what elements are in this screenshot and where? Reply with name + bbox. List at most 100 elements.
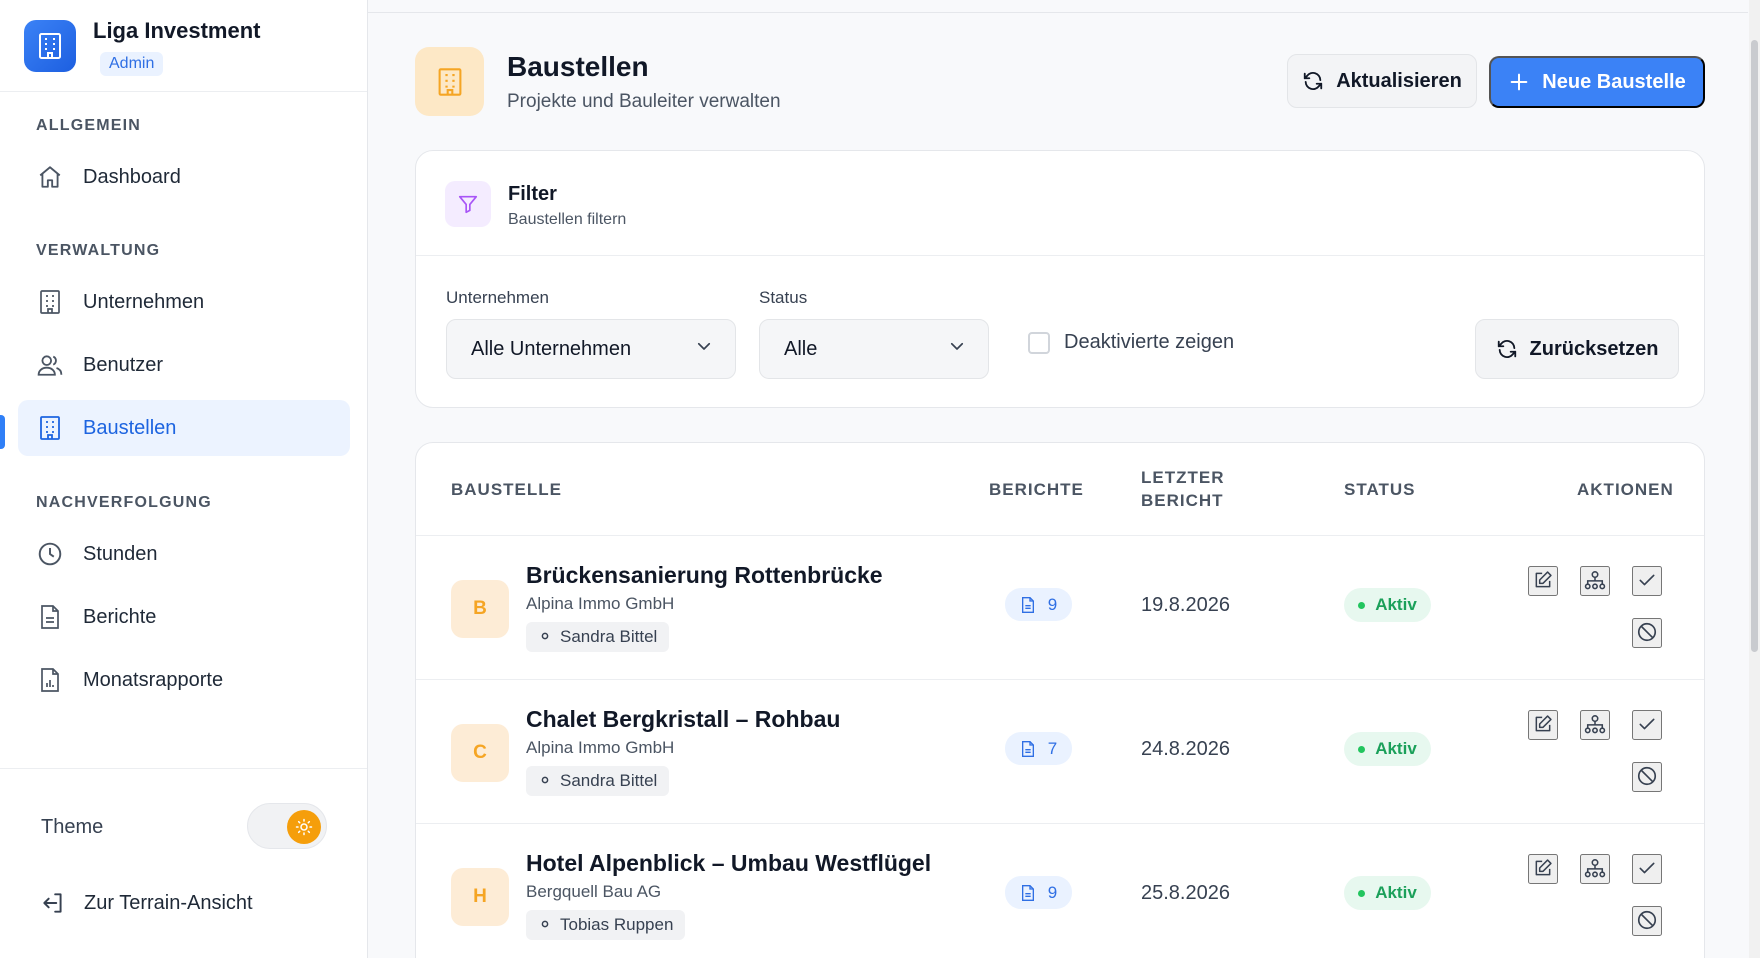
column-header-status[interactable]: STATUS (1344, 478, 1415, 501)
show-disabled-checkbox[interactable] (1028, 331, 1050, 354)
home-icon (36, 163, 64, 191)
sidebar-item-users[interactable]: Benutzer (18, 337, 350, 393)
check-icon (1637, 570, 1657, 593)
sidebar-item-label: Dashboard (83, 165, 181, 188)
deactivate-button[interactable] (1632, 762, 1662, 792)
sidebar: Liga Investment Admin ALLGEMEIN Dashboar… (0, 0, 368, 958)
document-icon (36, 603, 64, 631)
sidebar-divider (0, 768, 367, 769)
table-row[interactable]: H Hotel Alpenblick – Umbau Westflügel Be… (416, 824, 1704, 958)
status-dot (1358, 889, 1366, 897)
filter-title: Filter (508, 183, 557, 205)
reports-count-badge[interactable]: 9 (1005, 876, 1072, 909)
status-label: Aktiv (1375, 883, 1417, 902)
column-header-reports[interactable]: BERICHTE (989, 478, 1084, 501)
column-header-last-report-line1: LETZTER (1141, 468, 1225, 487)
new-site-button[interactable]: Neue Baustelle (1489, 56, 1705, 108)
deactivate-button[interactable] (1632, 906, 1662, 936)
sidebar-item-label: Benutzer (83, 353, 164, 376)
org-chart-icon (1584, 858, 1606, 881)
sidebar-item-companies[interactable]: Unternehmen (18, 274, 350, 330)
status-badge: Aktiv (1344, 876, 1431, 910)
theme-toggle[interactable] (247, 803, 327, 849)
terrain-view-link[interactable]: Zur Terrain-Ansicht (40, 890, 253, 916)
site-manager-tag: Sandra Bittel (526, 766, 670, 796)
complete-button[interactable] (1632, 566, 1662, 596)
table-row[interactable]: B Brückensanierung Rottenbrücke Alpina I… (416, 536, 1704, 680)
theme-label: Theme (41, 816, 104, 838)
active-indicator (0, 415, 5, 449)
reports-count-badge[interactable]: 7 (1005, 732, 1072, 765)
sites-table: BAUSTELLE BERICHTE LETZTER BERICHT STATU… (415, 442, 1705, 958)
site-company: Bergquell Bau AG (526, 882, 662, 901)
sidebar-item-monthly-reports[interactable]: Monatsrapporte (18, 652, 350, 708)
site-avatar: C (451, 724, 509, 782)
sun-icon (287, 810, 321, 844)
refresh-icon (1496, 338, 1518, 360)
status-filter-label: Status (759, 288, 808, 307)
terrain-view-label: Zur Terrain-Ansicht (84, 891, 253, 914)
status-label: Aktiv (1375, 739, 1417, 758)
sidebar-item-hours[interactable]: Stunden (18, 526, 350, 582)
site-manager-tag: Sandra Bittel (526, 622, 670, 652)
edit-button[interactable] (1528, 710, 1558, 740)
site-name[interactable]: Hotel Alpenblick – Umbau Westflügel (526, 850, 931, 877)
edit-icon (1533, 714, 1553, 737)
filter-icon (445, 181, 491, 227)
page-subtitle: Projekte und Bauleiter verwalten (507, 91, 781, 112)
site-manager-tag: Tobias Ruppen (526, 910, 686, 940)
exit-icon (40, 890, 66, 916)
reports-count-badge[interactable]: 9 (1005, 588, 1072, 621)
assign-manager-button[interactable] (1580, 566, 1610, 596)
refresh-button[interactable]: Aktualisieren (1287, 54, 1477, 108)
reports-count: 7 (1047, 738, 1058, 758)
company-select[interactable]: Alle Unternehmen (446, 319, 736, 379)
column-header-site[interactable]: BAUSTELLE (451, 478, 562, 501)
org-chart-icon (1584, 570, 1606, 593)
site-name[interactable]: Chalet Bergkristall – Rohbau (526, 706, 840, 733)
sidebar-item-label: Stunden (83, 542, 158, 565)
edit-icon (1533, 858, 1553, 881)
report-chart-icon (36, 666, 64, 694)
check-icon (1637, 858, 1657, 881)
sidebar-item-reports[interactable]: Berichte (18, 589, 350, 645)
person-icon (540, 632, 550, 642)
sidebar-item-label: Monatsrapporte (83, 668, 224, 691)
building-icon (36, 414, 64, 442)
reset-filter-button[interactable]: Zurücksetzen (1475, 319, 1679, 379)
site-name[interactable]: Brückensanierung Rottenbrücke (526, 562, 883, 589)
column-header-last-report[interactable]: LETZTER BERICHT (1141, 466, 1225, 512)
brand: Liga Investment Admin (0, 0, 367, 92)
deactivate-button[interactable] (1632, 618, 1662, 648)
ban-icon (1636, 621, 1658, 646)
status-select[interactable]: Alle (759, 319, 989, 379)
complete-button[interactable] (1632, 710, 1662, 740)
edit-button[interactable] (1528, 566, 1558, 596)
edit-button[interactable] (1528, 854, 1558, 884)
sidebar-item-dashboard[interactable]: Dashboard (18, 149, 350, 205)
building-icon[interactable] (24, 20, 76, 72)
status-dot (1358, 745, 1366, 753)
assign-manager-button[interactable] (1580, 710, 1610, 740)
company-select-value: Alle Unternehmen (471, 337, 632, 360)
check-icon (1637, 714, 1657, 737)
clock-icon (36, 540, 64, 568)
ban-icon (1636, 765, 1658, 790)
sidebar-item-baustellen[interactable]: Baustellen (18, 400, 350, 456)
document-icon (1020, 596, 1036, 614)
filter-subtitle: Baustellen filtern (508, 211, 627, 228)
table-row[interactable]: C Chalet Bergkristall – Rohbau Alpina Im… (416, 680, 1704, 824)
assign-manager-button[interactable] (1580, 854, 1610, 884)
show-disabled-toggle[interactable]: Deaktivierte zeigen (1028, 331, 1234, 354)
refresh-label: Aktualisieren (1336, 69, 1462, 92)
page-scrollbar[interactable] (1749, 0, 1760, 958)
section-label-management: VERWALTUNG (36, 242, 161, 259)
show-disabled-label: Deaktivierte zeigen (1064, 331, 1235, 353)
complete-button[interactable] (1632, 854, 1662, 884)
site-avatar: H (451, 868, 509, 926)
sidebar-item-label: Unternehmen (83, 290, 205, 313)
column-header-last-report-line2: BERICHT (1141, 491, 1224, 510)
scrollbar-thumb[interactable] (1751, 40, 1758, 652)
document-icon (1020, 884, 1036, 902)
building-icon (36, 288, 64, 316)
